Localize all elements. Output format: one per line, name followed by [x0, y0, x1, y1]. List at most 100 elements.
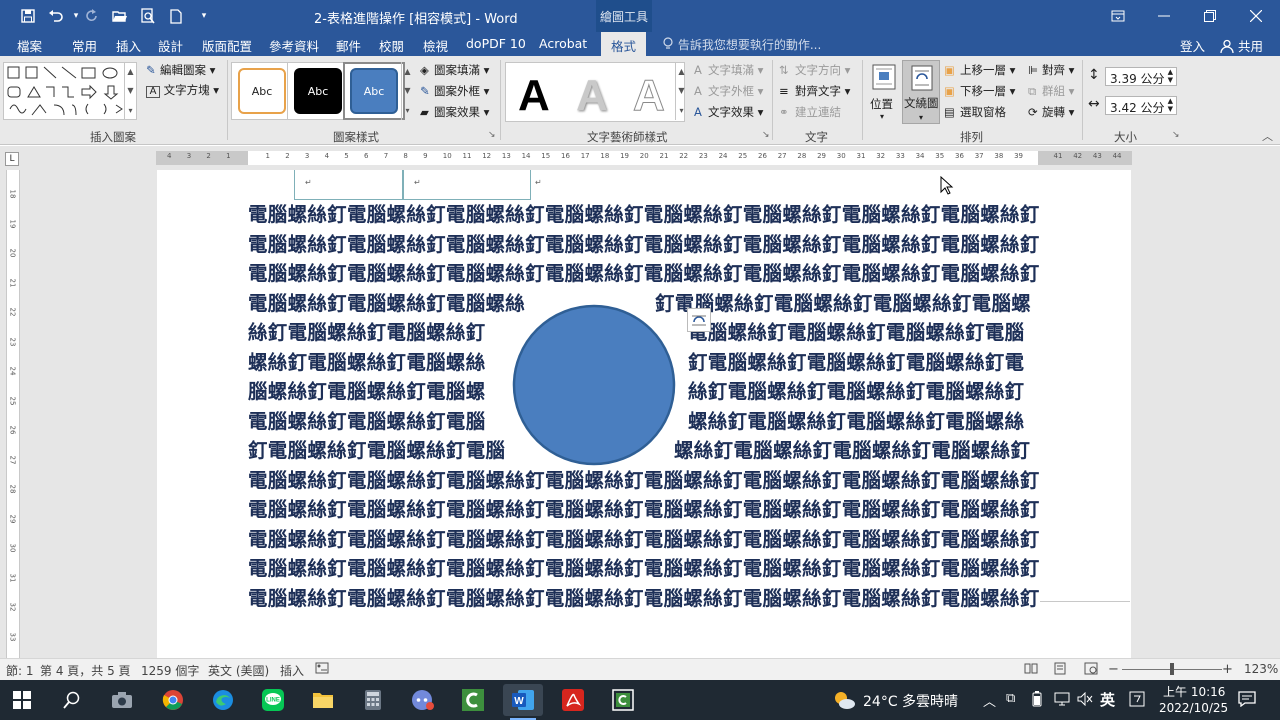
line-app-icon[interactable]: LINE	[253, 684, 293, 716]
text-direction-button[interactable]: ⇅ 文字方向 ▾	[779, 62, 850, 78]
chrome-icon[interactable]	[153, 684, 193, 716]
web-layout-icon[interactable]	[1084, 662, 1098, 678]
collapse-ribbon-icon[interactable]: ︿	[1262, 128, 1273, 144]
print-layout-icon[interactable]	[1054, 662, 1066, 678]
wordart-preset-3[interactable]: A	[633, 71, 666, 121]
selection-pane-button[interactable]: ▤ 選取窗格	[944, 104, 1006, 120]
shape-effects-button[interactable]: ▰ 圖案效果 ▾	[420, 104, 489, 120]
wordart-launcher-icon[interactable]: ↘	[762, 130, 770, 140]
shapes-gallery[interactable]	[3, 62, 137, 120]
text-line[interactable]: 電腦螺絲釘電腦螺絲釘電腦螺絲釘電腦螺絲釘電腦螺絲釘電腦螺絲釘電腦螺絲釘電腦螺絲釘	[248, 584, 1040, 614]
text-line-right[interactable]: 絲釘電腦螺絲釘電腦螺絲釘電腦螺絲釘	[688, 377, 1040, 407]
clock-date[interactable]: 2022/10/25	[1159, 701, 1228, 715]
text-line-left[interactable]: 釘電腦螺絲釘電腦螺絲釘電腦	[248, 436, 508, 466]
status-page[interactable]: 第 4 頁，共 5 頁	[40, 662, 131, 679]
text-line-right[interactable]: 螺絲釘電腦螺絲釘電腦螺絲釘電腦螺絲	[688, 407, 1040, 437]
edge-icon[interactable]	[203, 684, 243, 716]
rotate-button[interactable]: ⟳ 旋轉 ▾	[1028, 104, 1074, 120]
camera-app-icon[interactable]	[102, 684, 142, 716]
bring-forward-button[interactable]: ▣ 上移一層 ▾	[944, 62, 1015, 78]
text-line-left[interactable]: 螺絲釘電腦螺絲釘電腦螺絲	[248, 348, 488, 378]
tab-view[interactable]: 檢視	[423, 36, 448, 55]
text-line-right[interactable]: 釘電腦螺絲釘電腦螺絲釘電腦螺絲釘電腦螺	[655, 289, 1040, 319]
notification-icon[interactable]	[1238, 691, 1256, 710]
wrap-text-button[interactable]: 文繞圖 ▾	[902, 60, 940, 124]
text-line[interactable]: 電腦螺絲釘電腦螺絲釘電腦螺絲釘電腦螺絲釘電腦螺絲釘電腦螺絲釘電腦螺絲釘電腦螺絲釘	[248, 495, 1040, 525]
tab-dopdf[interactable]: doPDF 10	[466, 36, 526, 51]
battery-icon[interactable]	[1032, 691, 1042, 710]
share-button[interactable]: 共用	[1220, 36, 1263, 56]
text-fill-button[interactable]: A 文字填滿 ▾	[694, 62, 763, 78]
save-icon[interactable]	[18, 6, 38, 26]
text-line[interactable]: 電腦螺絲釘電腦螺絲釘電腦螺絲釘電腦螺絲釘電腦螺絲釘電腦螺絲釘電腦螺絲釘電腦螺絲釘	[248, 259, 1040, 289]
camtasia-icon[interactable]	[453, 684, 493, 716]
text-line[interactable]: 電腦螺絲釘電腦螺絲釘電腦螺絲釘電腦螺絲釘電腦螺絲釘電腦螺絲釘電腦螺絲釘電腦螺絲釘	[248, 466, 1040, 496]
open-icon[interactable]	[110, 6, 130, 26]
tray-overflow-icon[interactable]: ︿	[983, 691, 996, 710]
wordart-scroll[interactable]: ▲ ▼ ▾	[675, 62, 687, 120]
undo-icon[interactable]	[46, 6, 66, 26]
table-cell[interactable]: ↵	[403, 170, 531, 200]
tab-acrobat[interactable]: Acrobat	[539, 36, 587, 51]
text-line-right[interactable]: 電腦螺絲釘電腦螺絲釘電腦螺絲釘電腦	[688, 318, 1040, 348]
text-box-button[interactable]: A 文字方塊 ▾	[146, 82, 219, 98]
text-line[interactable]: 電腦螺絲釘電腦螺絲釘電腦螺絲釘電腦螺絲釘電腦螺絲釘電腦螺絲釘電腦螺絲釘電腦螺絲釘	[248, 230, 1040, 260]
create-link-button[interactable]: ⚭ 建立連結	[779, 104, 841, 120]
text-line-right[interactable]: 螺絲釘電腦螺絲釘電腦螺絲釘電腦螺絲釘	[674, 436, 1040, 466]
shape-styles-scroll[interactable]: ▲ ▼ ▾	[401, 62, 413, 120]
acrobat-icon[interactable]	[553, 684, 593, 716]
tell-me-search[interactable]: 告訴我您想要執行的動作...	[662, 36, 821, 53]
text-line[interactable]: 電腦螺絲釘電腦螺絲釘電腦螺絲釘電腦螺絲釘電腦螺絲釘電腦螺絲釘電腦螺絲釘電腦螺絲釘	[248, 200, 1040, 230]
print-preview-icon[interactable]	[138, 6, 158, 26]
zoom-level[interactable]: 123%	[1244, 662, 1278, 676]
shape-styles-launcher-icon[interactable]: ↘	[488, 130, 496, 140]
size-launcher-icon[interactable]: ↘	[1172, 130, 1180, 140]
windows-start-icon[interactable]	[2, 684, 42, 716]
search-icon[interactable]	[52, 684, 92, 716]
word-app-icon[interactable]: W	[503, 684, 543, 716]
wordart-preset-2[interactable]: A	[576, 71, 608, 121]
text-line-left[interactable]: 電腦螺絲釘電腦螺絲釘電腦螺絲	[248, 289, 528, 319]
circle-shape[interactable]	[511, 303, 677, 467]
shape-width-input[interactable]: 3.42 公分 ▲ ▼	[1105, 96, 1177, 115]
group-button[interactable]: ⧉ 群組 ▾	[1028, 83, 1074, 99]
text-effects-button[interactable]: A 文字效果 ▾	[694, 104, 763, 120]
vertical-ruler[interactable]: 18 19 20 21 22 23 24 25 26 27 28 29 30 31 32 33	[6, 170, 20, 658]
status-section[interactable]: 節: 1	[6, 662, 34, 679]
clock-time[interactable]: 上午 10:16	[1163, 683, 1225, 700]
customize-icon[interactable]: ▾	[194, 6, 214, 26]
file-explorer-icon[interactable]	[303, 684, 343, 716]
read-mode-icon[interactable]	[1024, 662, 1038, 677]
minimize-icon[interactable]	[1141, 0, 1187, 32]
align-button[interactable]: ⊫ 對齊 ▾	[1028, 62, 1074, 78]
macro-recording-icon[interactable]	[315, 662, 329, 677]
text-line[interactable]: 電腦螺絲釘電腦螺絲釘電腦螺絲釘電腦螺絲釘電腦螺絲釘電腦螺絲釘電腦螺絲釘電腦螺絲釘	[248, 525, 1040, 555]
redo-icon[interactable]	[82, 6, 102, 26]
ribbon-display-icon[interactable]	[1095, 0, 1141, 32]
text-line-right[interactable]: 釘電腦螺絲釘電腦螺絲釘電腦螺絲釘電	[688, 348, 1040, 378]
signin-link[interactable]: 登入	[1180, 36, 1205, 55]
tab-selector-icon[interactable]: L	[5, 152, 19, 166]
shape-style-preset-2[interactable]: Abc	[287, 62, 349, 120]
shapes-gallery-scroll[interactable]: ▲ ▼ ▾	[124, 62, 136, 120]
wordart-gallery[interactable]: A A A	[505, 62, 685, 122]
shape-fill-button[interactable]: ◈ 圖案填滿 ▾	[420, 62, 489, 78]
tab-review[interactable]: 校閱	[379, 36, 404, 55]
tab-home[interactable]: 常用	[72, 36, 97, 55]
text-outline-button[interactable]: A 文字外框 ▾	[694, 83, 763, 99]
tab-references[interactable]: 參考資料	[269, 36, 319, 55]
zoom-slider-thumb[interactable]	[1170, 663, 1174, 675]
discord-icon[interactable]	[403, 684, 443, 716]
table-cell[interactable]: ↵	[294, 170, 403, 200]
zoom-in-button[interactable]: +	[1222, 662, 1233, 677]
status-language[interactable]: 英文 (美國)	[208, 662, 269, 679]
close-icon[interactable]	[1233, 0, 1279, 32]
tab-layout[interactable]: 版面配置	[202, 36, 252, 55]
position-button[interactable]: 位置 ▾	[866, 60, 900, 124]
text-line-left[interactable]: 絲釘電腦螺絲釘電腦螺絲釘	[248, 318, 488, 348]
ime-indicator[interactable]: 英	[1100, 689, 1115, 710]
shape-height-input[interactable]: 3.39 公分 ▲ ▼	[1105, 67, 1177, 86]
camtasia-recorder-icon[interactable]	[603, 684, 643, 716]
calculator-icon[interactable]	[353, 684, 393, 716]
restore-icon[interactable]	[1187, 0, 1233, 32]
